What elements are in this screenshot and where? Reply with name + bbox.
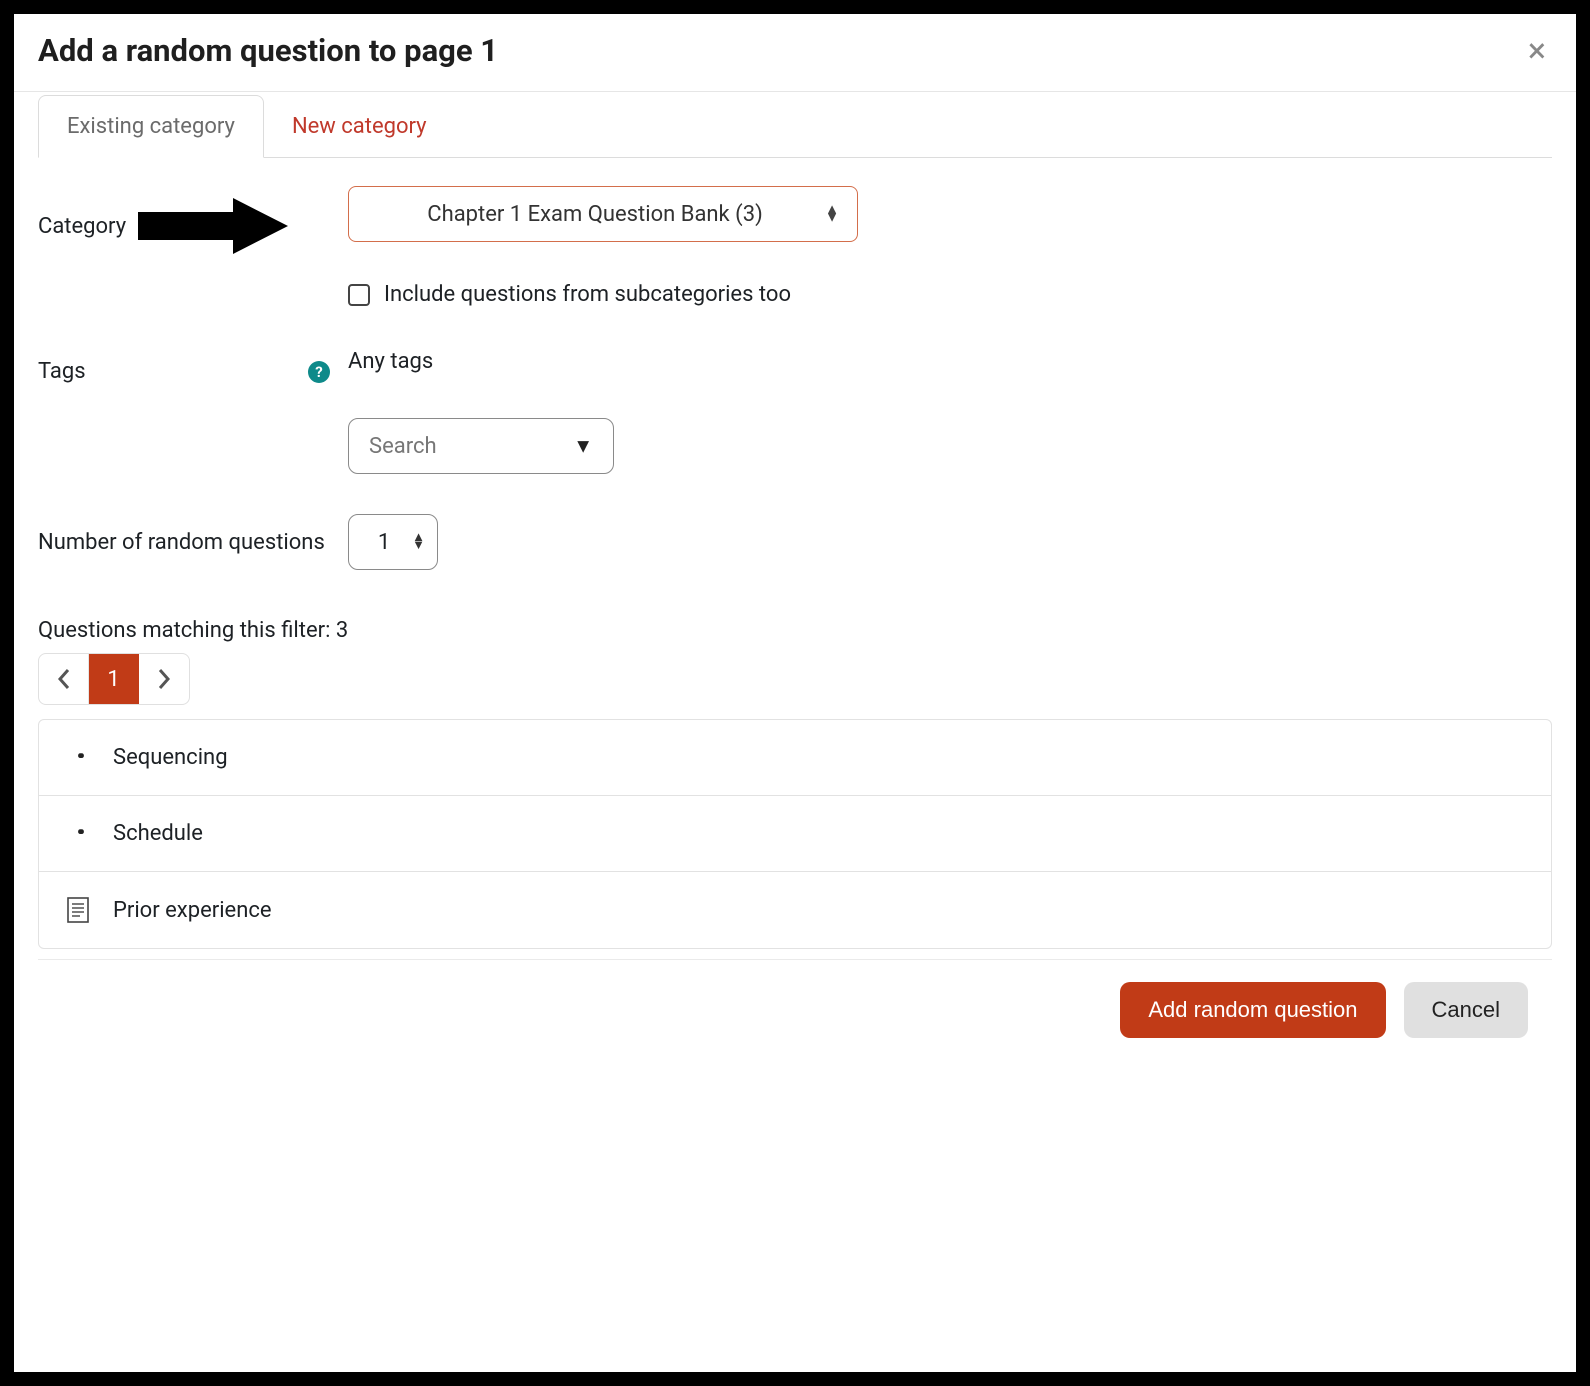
label-number: Number of random questions: [38, 530, 348, 555]
label-tags: Tags ?: [38, 349, 348, 384]
row-category: Category Chapter 1 Exam Question Bank (3…: [38, 186, 1552, 307]
any-tags-label: Any tags: [348, 349, 1552, 374]
close-icon[interactable]: ×: [1522, 34, 1552, 68]
question-type-ordering-icon: ••: [65, 745, 91, 771]
caret-icon: ▲▼: [825, 206, 839, 223]
dialog-title: Add a random question to page 1: [38, 32, 498, 69]
pager: 1: [38, 653, 190, 705]
help-icon[interactable]: ?: [308, 361, 330, 383]
include-subcategories-row: Include questions from subcategories too: [348, 282, 1552, 307]
tab-existing-category[interactable]: Existing category: [38, 95, 264, 158]
filter-count-value: 3: [336, 618, 348, 643]
pager-prev[interactable]: [39, 654, 89, 704]
chevron-right-icon: [157, 668, 171, 690]
include-subcategories-label: Include questions from subcategories too: [384, 282, 791, 307]
tags-search-select[interactable]: Search ▼: [348, 418, 614, 474]
dropdown-triangle-icon: ▼: [573, 434, 593, 459]
number-select-value: 1: [378, 530, 390, 555]
label-tags-text: Tags: [38, 359, 86, 384]
question-item[interactable]: •• Schedule: [39, 796, 1551, 872]
category-select-value: Chapter 1 Exam Question Bank (3): [427, 202, 762, 227]
tab-new-category[interactable]: New category: [264, 96, 455, 157]
question-name: Prior experience: [113, 898, 272, 923]
pager-next[interactable]: [139, 654, 189, 704]
add-random-question-dialog: Add a random question to page 1 × Existi…: [14, 14, 1576, 1372]
question-name: Sequencing: [113, 745, 228, 770]
tabs: Existing category New category: [38, 94, 1552, 158]
dialog-header: Add a random question to page 1 ×: [14, 14, 1576, 92]
include-subcategories-checkbox[interactable]: [348, 284, 370, 306]
chevron-left-icon: [57, 668, 71, 690]
category-select[interactable]: Chapter 1 Exam Question Bank (3) ▲▼: [348, 186, 858, 242]
dialog-body: Existing category New category Category …: [14, 92, 1576, 1372]
question-type-essay-icon: [65, 897, 91, 923]
question-item[interactable]: Prior experience: [39, 872, 1551, 948]
question-list: •• Sequencing •• Schedule: [38, 719, 1552, 949]
tags-search-placeholder: Search: [369, 434, 437, 459]
label-number-text: Number of random questions: [38, 530, 325, 555]
form-area: Category Chapter 1 Exam Question Bank (3…: [38, 158, 1552, 949]
label-category-text: Category: [38, 214, 126, 239]
number-select[interactable]: 1 ▲▼: [348, 514, 438, 570]
cancel-button[interactable]: Cancel: [1404, 982, 1528, 1038]
row-number: Number of random questions 1 ▲▼: [38, 514, 1552, 570]
pointer-arrow-icon: [138, 196, 288, 256]
add-random-question-button[interactable]: Add random question: [1120, 982, 1385, 1038]
caret-icon: ▲▼: [412, 534, 425, 550]
row-tags: Tags ? Any tags Search ▼: [38, 349, 1552, 474]
dialog-footer: Add random question Cancel: [38, 959, 1552, 1060]
label-category: Category: [38, 186, 348, 256]
question-item[interactable]: •• Sequencing: [39, 720, 1551, 796]
question-name: Schedule: [113, 821, 203, 846]
pager-page-1[interactable]: 1: [89, 654, 139, 704]
filter-count-prefix: Questions matching this filter:: [38, 618, 336, 643]
question-type-ordering-icon: ••: [65, 821, 91, 847]
filter-count-label: Questions matching this filter: 3: [38, 618, 1552, 643]
